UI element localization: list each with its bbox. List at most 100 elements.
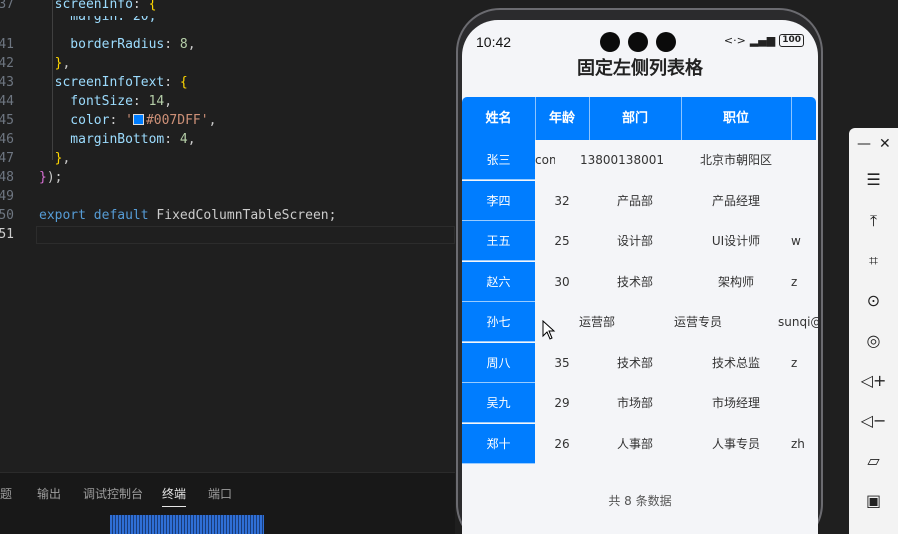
camera-icon [628, 32, 648, 52]
minimize-icon[interactable]: — [857, 136, 871, 152]
code-line: 46 marginBottom: 4, [0, 130, 455, 149]
table-cell: w [791, 234, 801, 248]
divider [791, 97, 792, 140]
code-token: : [132, 94, 149, 109]
page-title: 固定左侧列表格 [577, 58, 703, 79]
code-text: screenInfo: { [39, 0, 157, 14]
code-token: } [39, 170, 47, 185]
color-swatch-icon[interactable] [132, 114, 144, 125]
table-row[interactable]: 李四 32 产品部 产品经理 [462, 180, 818, 221]
close-icon[interactable]: ✕ [879, 136, 891, 152]
code-text: color: ' #007DFF', [39, 111, 216, 130]
line-number: 43 [0, 75, 14, 90]
table-cell: 人事部 [616, 436, 653, 451]
code-line: 49 [0, 187, 455, 206]
table-cell: 25 [554, 234, 570, 248]
line-number: 51 [0, 227, 14, 242]
code-token: , [187, 132, 196, 147]
code-line: 41 borderRadius: 8, [0, 35, 455, 54]
line-number: 49 [0, 189, 14, 204]
header-name: 姓名 [485, 111, 512, 126]
code-token: marginBottom [39, 132, 165, 147]
tab-output[interactable]: 输出 [37, 485, 61, 502]
screenshot-icon[interactable]: ▣ [849, 491, 898, 511]
table-cell: 29 [554, 396, 570, 410]
table-row[interactable]: 孙七 运营部 运营专员 sunqi@ [462, 302, 818, 342]
code-token: { [148, 0, 157, 12]
crop-icon[interactable]: ⌗ [849, 251, 898, 271]
code-token: borderRadius [39, 37, 165, 52]
code-editor[interactable]: margin: 20, 37 screenInfo: {41 borderRadi… [0, 0, 455, 470]
table-row[interactable]: 周八 35 技术部 技术总监 z [462, 342, 818, 383]
table-row[interactable]: 郑十 26 人事部 人事专员 zh [462, 423, 818, 464]
code-text: margin: 20, [39, 16, 157, 24]
code-token: : [164, 37, 180, 52]
fixed-name-cell: 周八 [462, 342, 535, 383]
code-token: default [93, 208, 149, 223]
table-cell: 产品部 [616, 193, 653, 208]
code-text: borderRadius: 8, [39, 35, 195, 54]
line-number: 44 [0, 94, 14, 109]
code-line: 48}); [0, 168, 455, 187]
pin-top-icon[interactable]: ⤒ [849, 211, 898, 231]
table-row[interactable]: 王五 25 设计部 UI设计师 w [462, 221, 818, 261]
code-line: 43 screenInfoText: { [0, 73, 455, 92]
code-line: 50 export default FixedColumnTableScreen; [0, 206, 455, 225]
table-cell: 30 [554, 274, 570, 289]
table-cell: 运营部 [578, 315, 615, 329]
fixed-name-cell: 张三 [462, 140, 535, 180]
line-number: 45 [0, 113, 14, 128]
table-cell: 设计部 [616, 234, 653, 248]
tab-ports[interactable]: 端口 [208, 485, 232, 502]
table-cell: zh [791, 436, 805, 451]
volume-up-icon[interactable]: ◁+ [849, 371, 898, 391]
fixed-name-cell: 吴九 [462, 383, 535, 423]
table-cell: 技术部 [616, 274, 653, 289]
table-cell: 北京市朝阳区 [699, 153, 772, 167]
code-text: }); [39, 168, 62, 187]
table-cell: 产品经理 [711, 193, 760, 208]
table-cell: 26 [554, 436, 570, 451]
bottom-panel: 题 输出 调试控制台 终端 端口 [0, 472, 455, 534]
volume-down-icon[interactable]: ◁− [849, 411, 898, 431]
table-cell: 架构师 [717, 274, 754, 289]
code-token: : [132, 0, 149, 12]
tab-debug-console[interactable]: 调试控制台 [83, 485, 143, 502]
fixed-name-cell: 孙七 [462, 302, 535, 342]
rotate-alt-icon[interactable]: ◎ [849, 331, 898, 351]
fixed-name-cell: 赵六 [462, 261, 535, 302]
table-row[interactable]: 赵六 30 技术部 架构师 z [462, 261, 818, 302]
table-cell: 35 [554, 355, 570, 370]
rotate-device-icon[interactable]: ▱ [849, 451, 898, 471]
code-token: 8 [179, 37, 188, 52]
table-row[interactable]: 张三 com 13800138001 北京市朝阳区 [462, 140, 818, 180]
code-token: export [39, 208, 86, 223]
fixed-name-cell: 郑十 [462, 423, 535, 464]
table-cell: 运营专员 [673, 315, 722, 329]
code-text: fontSize: 14, [39, 92, 172, 111]
table-cell: UI设计师 [711, 234, 761, 248]
tab-terminal[interactable]: 终端 [162, 485, 187, 507]
line-number: 50 [0, 208, 14, 223]
rotate-icon[interactable]: ⊙ [849, 291, 898, 311]
code-line: 45 color: ' #007DFF', [0, 111, 455, 130]
code-token: fontSize [39, 94, 133, 109]
tab-problems[interactable]: 题 [0, 485, 12, 502]
menu-icon[interactable]: ☰ [849, 170, 898, 190]
header-age: 年龄 [548, 111, 575, 126]
table-row[interactable]: 吴九 29 市场部 市场经理 [462, 383, 818, 423]
code-token: , [164, 94, 173, 109]
line-number: 41 [0, 37, 14, 52]
fixed-column-table[interactable]: 姓名 年龄 部门 职位 张三 com 13800138001 北京市朝阳区 李四 32 产品… [462, 97, 818, 464]
code-line: 44 fontSize: 14, [0, 92, 455, 111]
mouse-pointer-icon [542, 320, 556, 340]
table-cell: 32 [554, 193, 570, 208]
screen-root: { "editor": { "lines": [ {"n": "37", "pa… [0, 0, 898, 534]
nfc-icon: <·> [723, 34, 746, 47]
phone-screen: 10:42 <·> ▂▄▆ 100 固定左侧列表格 姓名 年龄 部门 职位 张三… [462, 20, 818, 534]
table-cell: 市场部 [616, 396, 653, 410]
line-number: 48 [0, 170, 14, 185]
table-cell: 技术总监 [711, 355, 760, 370]
fixed-name-cell: 王五 [462, 221, 535, 261]
